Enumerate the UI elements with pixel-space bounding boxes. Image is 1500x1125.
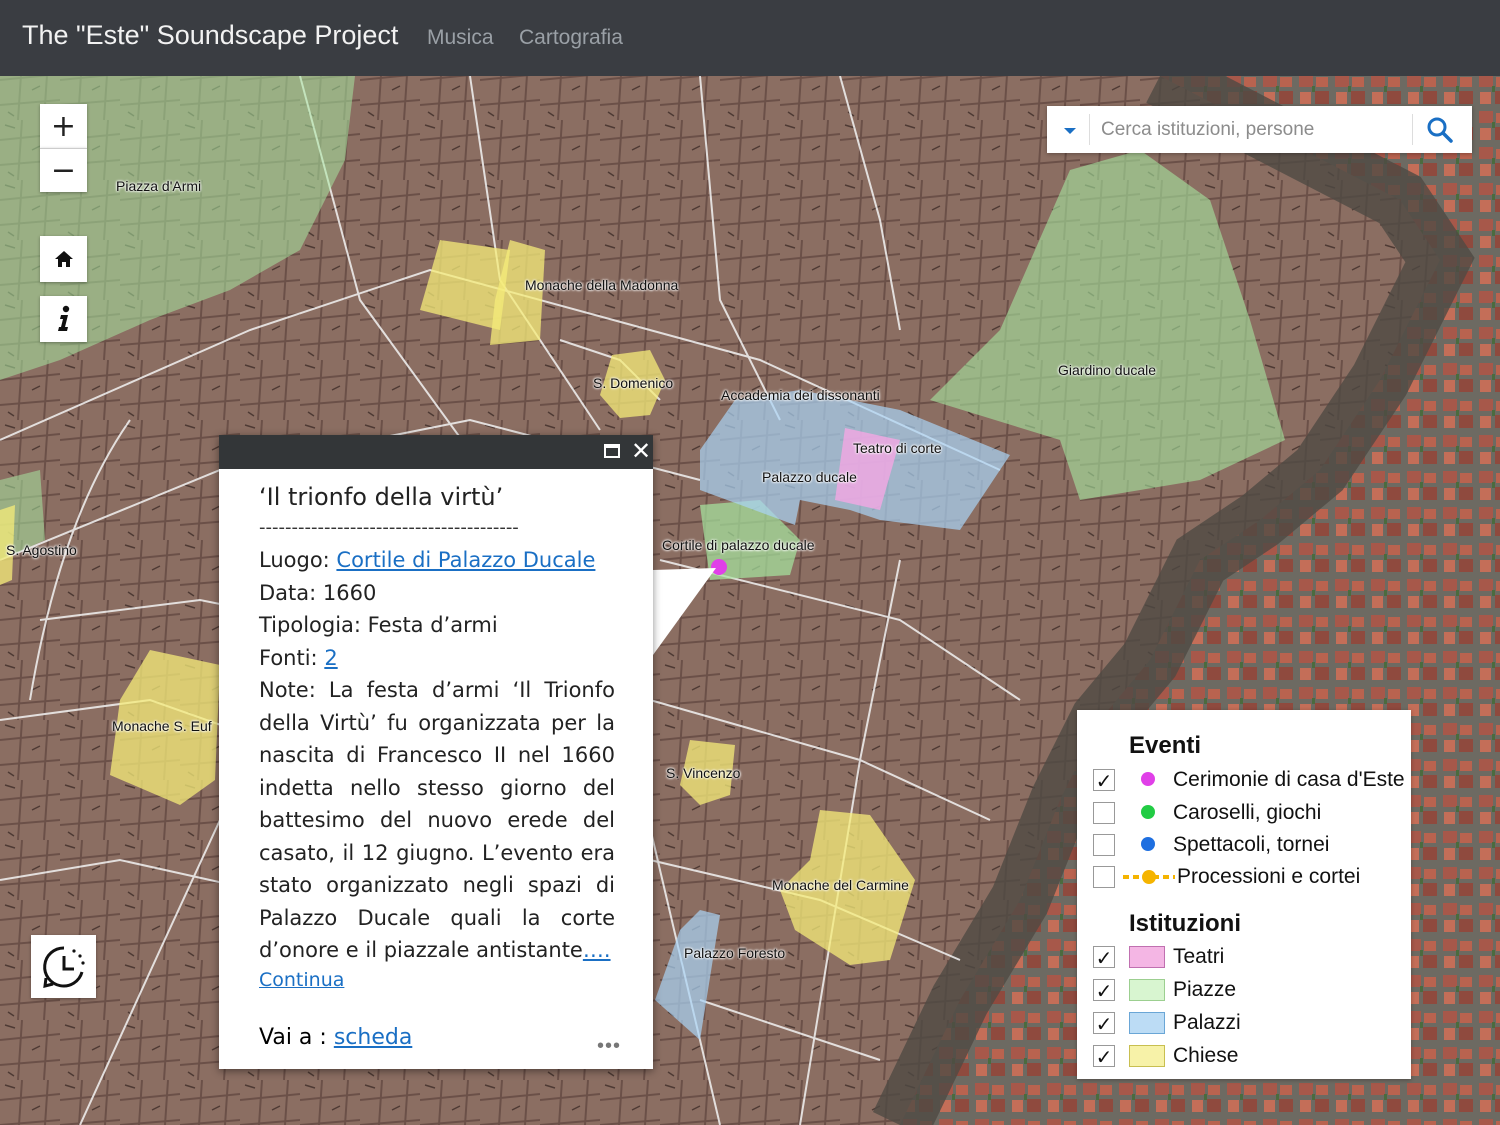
data-row: Data: 1660 [259,580,377,605]
legend-istituzioni-heading: Istituzioni [1129,910,1241,937]
place-label-s-domenico: S. Domenico [593,375,674,391]
legend-label: Cerimonie di casa d'Este [1173,768,1405,791]
place-label-monache-del-carmine: Monache del Carmine [772,877,909,893]
place-label-cortile-di-palazzo-ducale: Cortile di palazzo ducale [662,537,815,553]
search-button[interactable] [1425,115,1457,145]
place-label-s-agostino: S. Agostino [6,542,77,558]
vai-label: Vai a : [259,1025,334,1050]
vai-row: Vai a : scheda [259,1025,412,1050]
history-clock-icon [42,945,85,988]
fonti-link[interactable]: 2 [324,646,337,670]
dot-icon [1141,837,1155,851]
legend-panel: Eventi ✓ Cerimonie di casa d'Este Carose… [1077,710,1411,1079]
home-button[interactable] [40,236,87,282]
zoom-in-button[interactable]: + [40,104,87,148]
home-icon [54,251,73,267]
checkbox-caroselli[interactable] [1093,802,1115,824]
luogo-link[interactable]: Cortile di Palazzo Ducale [336,548,595,572]
legend-item-chiese: ✓ Chiese [1093,1044,1403,1071]
legend-item-piazze: ✓ Piazze [1093,978,1403,1005]
legend-label: Piazze [1173,978,1237,1001]
note-body: Note: La festa d’armi ‘Il Trionfo della … [259,678,615,962]
legend-item-processioni: Processioni e cortei [1093,865,1403,892]
place-label-palazzo-ducale: Palazzo ducale [762,469,857,485]
place-label-palazzo-foresto: Palazzo Foresto [684,945,786,961]
place-label-monache-s-euf: Monache S. Euf [112,718,212,734]
divider [1089,114,1090,145]
close-icon[interactable]: ✕ [631,439,651,463]
chevron-down-icon [1064,128,1076,134]
nav-cartografia[interactable]: Cartografia [519,26,623,50]
time-slider-button[interactable] [31,935,96,998]
checkbox-piazze[interactable]: ✓ [1093,979,1115,1002]
legend-label: Spettacoli, tornei [1173,833,1330,856]
search-source-dropdown[interactable] [1059,121,1081,139]
luogo-row: Luogo: Cortile di Palazzo Ducale [259,544,615,577]
legend-label: Processioni e cortei [1177,865,1361,888]
checkbox-teatri[interactable]: ✓ [1093,946,1115,969]
legend-item-palazzi: ✓ Palazzi [1093,1011,1403,1038]
tipologia-row: Tipologia: Festa d’armi [259,613,498,637]
dashed-line-icon [1123,870,1175,884]
legend-label: Palazzi [1173,1011,1241,1034]
search-input[interactable] [1099,114,1403,146]
legend-item-teatri: ✓ Teatri [1093,945,1403,972]
legend-label: Teatri [1173,945,1225,968]
checkbox-chiese[interactable]: ✓ [1093,1045,1115,1068]
maximize-icon[interactable] [604,444,620,458]
legend-item-cerimonie: ✓ Cerimonie di casa d'Este [1093,768,1405,795]
popup-title: ‘Il trionfo della virtù’ [259,483,504,511]
event-popup: ✕ ‘Il trionfo della virtù’ -------------… [219,435,653,1069]
place-label-accademia-dei-dissonanti: Accademia dei dissonanti [721,387,880,403]
place-label-teatro-di-corte: Teatro di corte [853,440,942,456]
legend-item-spettacoli: Spettacoli, tornei [1093,833,1403,860]
checkbox-cerimonie[interactable]: ✓ [1093,769,1115,792]
popup-separator: ---------------------------------------- [259,517,519,538]
place-label-s-vincenzo: S. Vincenzo [666,765,741,781]
swatch-piazze [1129,979,1165,1001]
swatch-palazzi [1129,1012,1165,1034]
scheda-link[interactable]: scheda [334,1025,412,1050]
note-text: Note: La festa d’armi ‘Il Trionfo della … [259,674,615,967]
nav-musica[interactable]: Musica [427,26,494,50]
search-bar [1047,106,1472,153]
fonti-label: Fonti: [259,645,325,670]
dot-icon [1141,772,1155,786]
checkbox-palazzi[interactable]: ✓ [1093,1012,1115,1035]
luogo-label: Luogo: [259,548,337,572]
continua-link[interactable]: Continua [259,969,615,991]
site-title[interactable]: The "Este" Soundscape Project [22,20,398,51]
zoom-out-button[interactable]: − [40,148,87,192]
top-navbar: The "Este" Soundscape Project Musica Car… [0,0,1500,76]
legend-eventi-heading: Eventi [1129,732,1202,759]
divider [1412,114,1413,145]
place-label-piazza-d-armi: Piazza d'Armi [116,178,202,194]
place-label-giardino-ducale: Giardino ducale [1058,362,1157,378]
dot-icon [1141,805,1155,819]
legend-item-caroselli: Caroselli, giochi [1093,801,1403,828]
info-icon [57,305,69,331]
checkbox-processioni[interactable] [1093,866,1115,888]
info-button[interactable] [40,296,87,342]
swatch-teatri [1129,946,1165,968]
more-options-icon[interactable]: ••• [597,1036,621,1056]
swatch-chiese [1129,1045,1165,1067]
legend-label: Caroselli, giochi [1173,801,1322,824]
search-icon [1427,117,1453,143]
place-label-monache-della-madonna: Monache della Madonna [525,277,679,293]
fonti-row: Fonti: 2 [259,642,615,675]
checkbox-spettacoli[interactable] [1093,834,1115,856]
legend-label: Chiese [1173,1044,1239,1067]
popup-header [219,435,653,469]
popup-content: ‘Il trionfo della virtù’ ---------------… [259,483,615,991]
note-more-link[interactable]: …. [583,938,611,962]
